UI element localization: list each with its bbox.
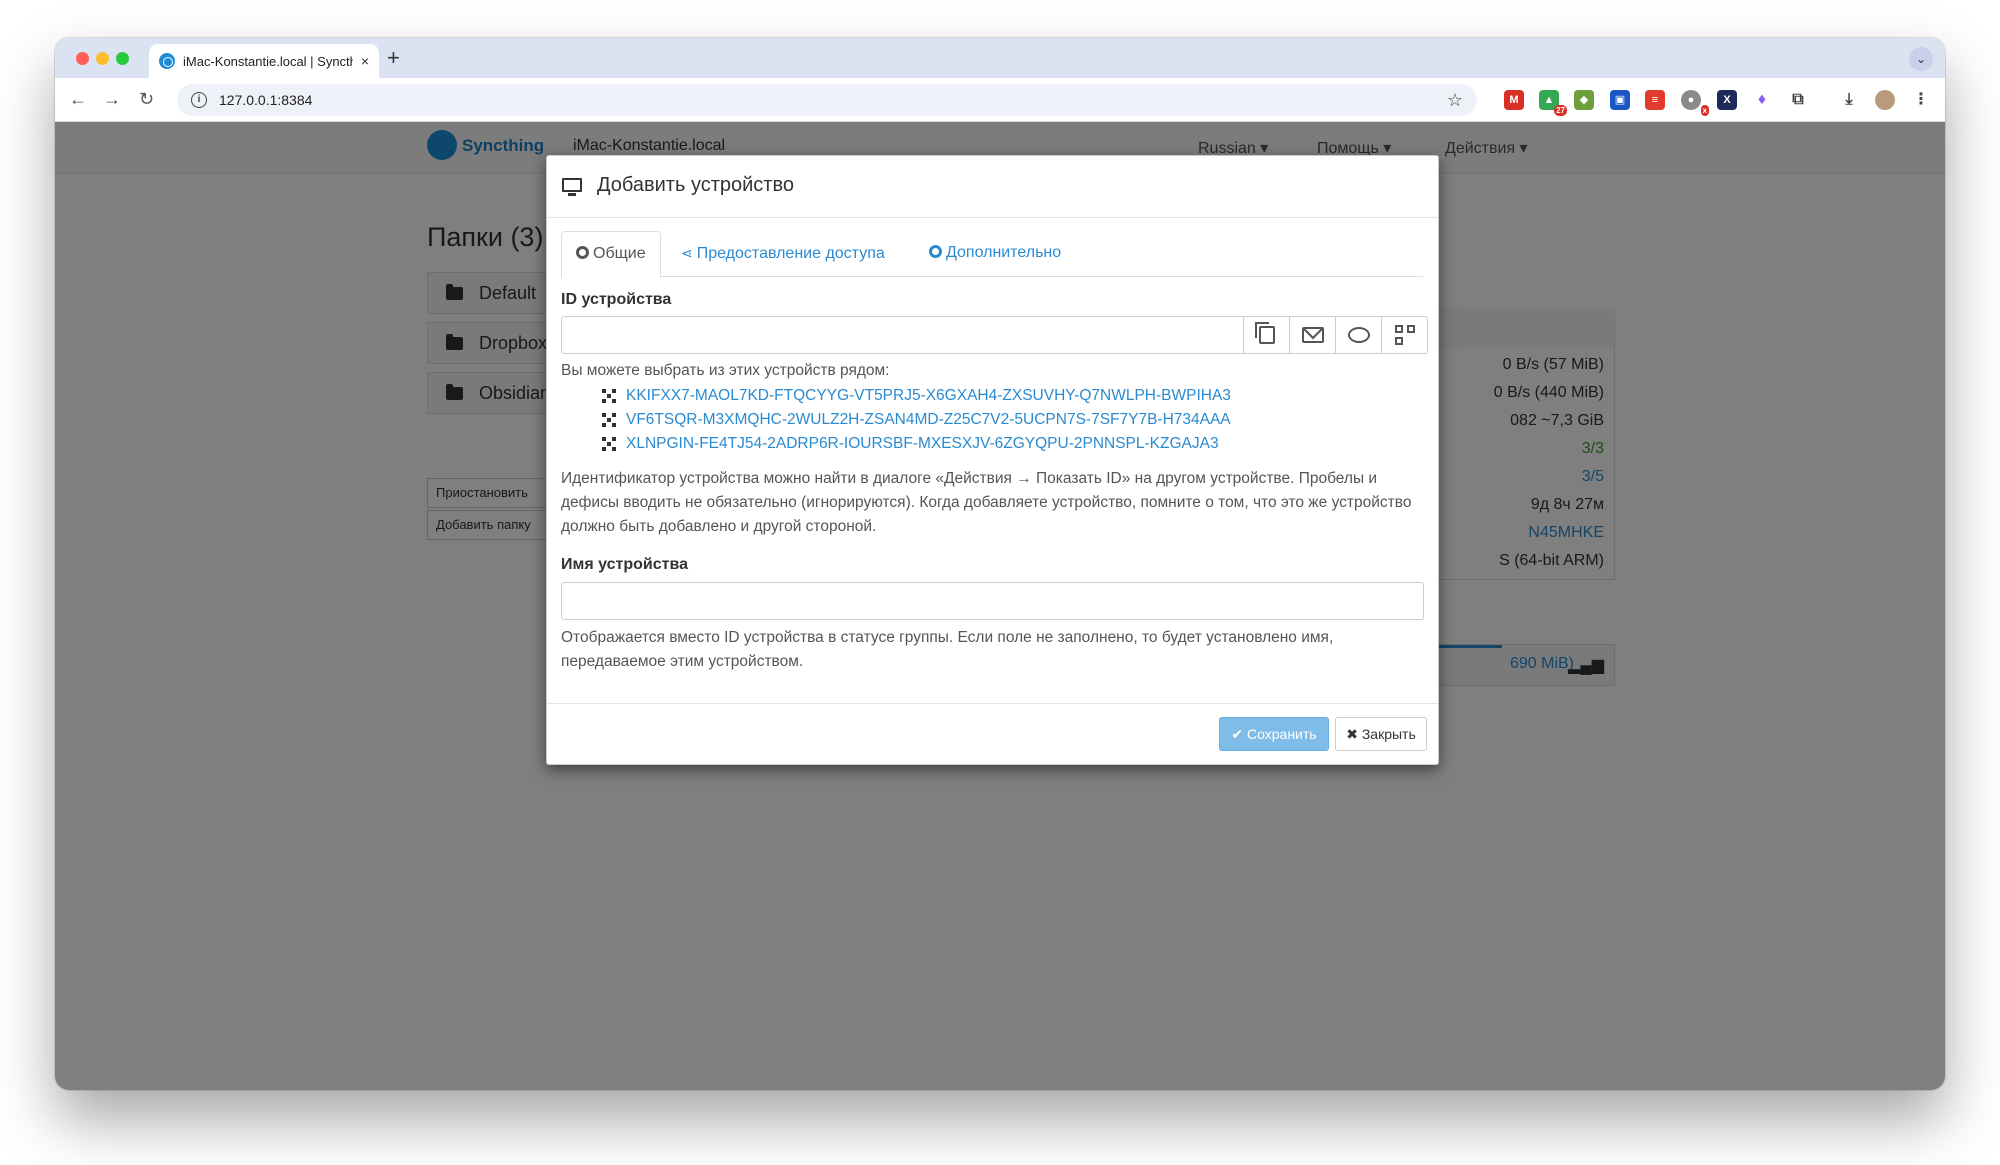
save-button[interactable]: ✔ Сохранить [1219, 717, 1329, 751]
dialog-footer: ✔ Сохранить ✖ Закрыть [547, 703, 1438, 765]
share-icon: ⋖ [681, 245, 693, 261]
nearby-device-link[interactable]: KKIFXX7-MAOL7KD-FTQCYYG-VT5PRJ5-X6GXAH4-… [626, 387, 1231, 405]
extension-x-icon[interactable]: X [1717, 90, 1737, 110]
back-arrow-icon[interactable]: ← [69, 88, 87, 110]
extension-gray-icon[interactable]: ● x [1681, 90, 1709, 116]
tab-sharing[interactable]: ⋖ Предоставление доступа [667, 231, 899, 277]
list-item[interactable]: VF6TSQR-M3XMQHC-2WULZ2H-ZSAN4MD-Z25C7V2-… [602, 408, 1302, 432]
address-bar[interactable]: i 127.0.0.1:8384 ☆ [177, 84, 1477, 116]
device-identicon-icon [602, 389, 616, 403]
dialog-header: Добавить устройство [547, 156, 1438, 218]
extension-green-icon[interactable]: ▲ 27 [1539, 90, 1567, 116]
close-button[interactable]: ✖ Закрыть [1335, 717, 1427, 751]
reload-icon[interactable]: ↻ [139, 88, 154, 110]
nearby-device-link[interactable]: XLNPGIN-FE4TJ54-2ADRP6R-IOURSBF-MXESXJV-… [626, 435, 1219, 453]
qr-code-icon [1394, 325, 1415, 345]
profile-avatar[interactable] [1875, 90, 1895, 110]
browser-toolbar: ← → ↻ i 127.0.0.1:8384 ☆ M ▲ 27 ◆ ▣ ≡ ● x … [55, 78, 1945, 122]
device-id-help: Идентификатор устройства можно найти в д… [561, 470, 1412, 535]
close-window-button[interactable] [76, 52, 89, 65]
tab-sharing-label: Предоставление доступа [696, 245, 885, 262]
new-tab-button[interactable]: + [387, 46, 400, 70]
add-device-dialog: Добавить устройство Общие ⋖ Предоставлени… [546, 155, 1439, 765]
share-id-button[interactable] [1336, 316, 1382, 354]
copy-icon [1254, 322, 1275, 344]
extensions-puzzle-icon[interactable]: ⧉ [1788, 90, 1808, 110]
device-id-label: ID устройства [561, 291, 672, 308]
extension-red-icon[interactable]: ≡ [1645, 90, 1665, 110]
device-name-label: Имя устройства [561, 556, 688, 573]
tab-bar: iMac-Konstantie.local | Syncthing × + ⌄ [55, 38, 1945, 78]
tab-search-chevron-icon[interactable]: ⌄ [1909, 47, 1933, 71]
tab-advanced-label: Дополнительно [946, 244, 1062, 261]
extension-blue-icon[interactable]: ▣ [1610, 90, 1630, 110]
tab-title: iMac-Konstantie.local | Syncthing [183, 53, 353, 69]
maximize-window-button[interactable] [116, 52, 129, 65]
tab-close-icon[interactable]: × [361, 53, 369, 69]
nearby-devices-list: KKIFXX7-MAOL7KD-FTQCYYG-VT5PRJ5-X6GXAH4-… [602, 384, 1302, 456]
gmail-extension-icon[interactable]: M [1504, 90, 1524, 110]
list-item[interactable]: KKIFXX7-MAOL7KD-FTQCYYG-VT5PRJ5-X6GXAH4-… [602, 384, 1302, 408]
tab-general[interactable]: Общие [561, 231, 661, 278]
chat-icon [1347, 327, 1370, 343]
gear-icon [576, 246, 589, 259]
email-id-button[interactable] [1290, 316, 1336, 354]
bookmark-star-icon[interactable]: ☆ [1447, 90, 1463, 111]
copy-id-button[interactable] [1244, 316, 1290, 354]
download-icon[interactable]: ⤓ [1839, 90, 1859, 110]
device-name-input[interactable] [561, 582, 1424, 620]
nearby-devices-intro: Вы можете выбрать из этих устройств рядо… [561, 362, 890, 379]
dialog-title: Добавить устройство [597, 174, 794, 196]
browser-menu-icon[interactable]: ⋮ [1911, 90, 1931, 110]
tab-general-label: Общие [593, 245, 646, 262]
url-text[interactable]: 127.0.0.1:8384 [219, 92, 1435, 108]
device-identicon-icon [602, 437, 616, 451]
extension-map-icon[interactable]: ◆ [1574, 90, 1594, 110]
envelope-icon [1301, 327, 1324, 343]
site-info-icon[interactable]: i [191, 92, 207, 108]
browser-tab-active[interactable]: iMac-Konstantie.local | Syncthing × [149, 44, 379, 78]
forward-arrow-icon[interactable]: → [103, 88, 121, 110]
browser-window: iMac-Konstantie.local | Syncthing × + ⌄ … [55, 38, 1945, 1090]
dialog-tabs: Общие ⋖ Предоставление доступа Дополнител… [561, 231, 1423, 278]
device-id-input[interactable] [561, 316, 1244, 354]
list-item[interactable]: XLNPGIN-FE4TJ54-2ADRP6R-IOURSBF-MXESXJV-… [602, 432, 1302, 456]
device-identicon-icon [602, 413, 616, 427]
minimize-window-button[interactable] [96, 52, 109, 65]
device-name-help: Отображается вместо ID устройства в стат… [561, 629, 1334, 670]
nearby-device-link[interactable]: VF6TSQR-M3XMQHC-2WULZ2H-ZSAN4MD-Z25C7V2-… [626, 411, 1231, 429]
scan-qr-button[interactable] [1382, 316, 1428, 354]
desktop-monitor-icon [562, 178, 582, 196]
extension-purple-icon[interactable]: ♦ [1752, 90, 1772, 110]
tab-advanced[interactable]: Дополнительно [915, 231, 1075, 277]
cogs-icon [929, 245, 942, 258]
syncthing-favicon-icon [159, 53, 175, 69]
